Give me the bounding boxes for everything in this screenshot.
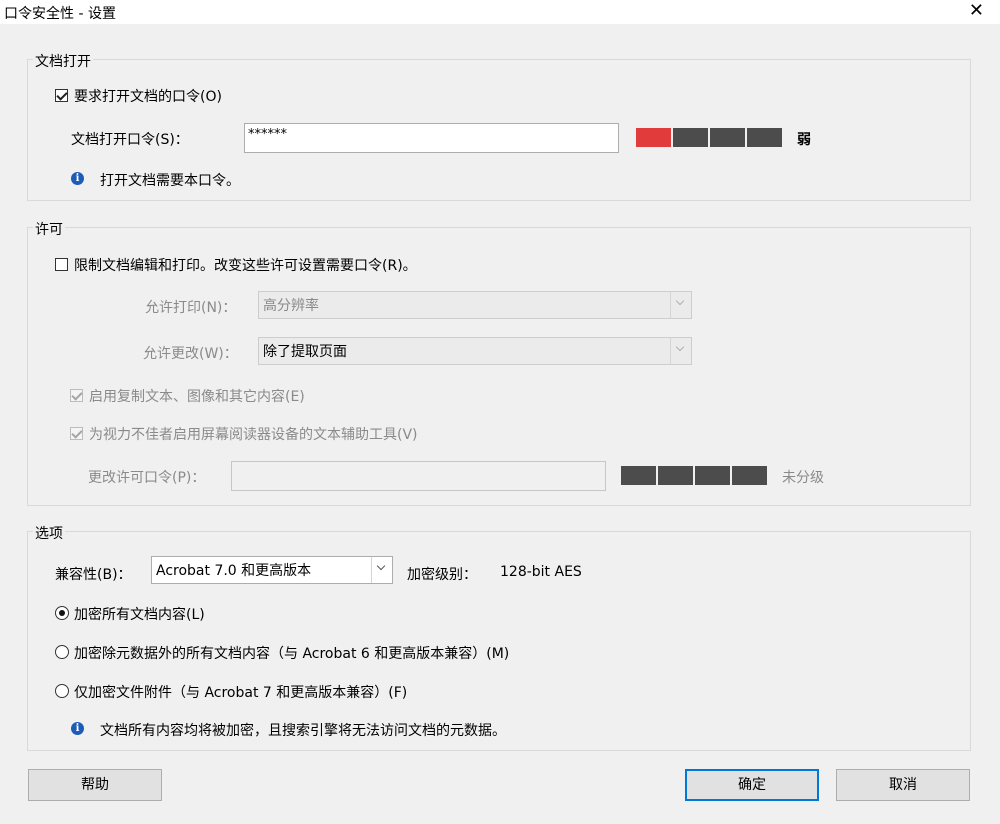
window-title: 口令安全性 - 设置: [4, 6, 116, 22]
encrypt-attachments-radio[interactable]: [55, 684, 69, 698]
compatibility-select[interactable]: Acrobat 7.0 和更高版本: [151, 556, 393, 584]
compatibility-label: 兼容性(B)：: [55, 567, 132, 583]
encrypt-except-metadata-radio[interactable]: [55, 645, 69, 659]
info-icon: i: [71, 172, 84, 185]
open-password-strength-meter: [636, 128, 782, 147]
open-password-info-text: 打开文档需要本口令。: [100, 173, 240, 189]
open-password-input[interactable]: ******: [244, 123, 619, 153]
strength-segment: [747, 128, 782, 147]
encryption-level-value: 128-bit AES: [500, 564, 582, 580]
open-password-strength-text: 弱: [797, 132, 811, 148]
chevron-down-icon: [670, 292, 691, 318]
chevron-down-icon: [670, 338, 691, 364]
allow-print-select[interactable]: 高分辨率: [258, 291, 692, 319]
info-icon: i: [71, 722, 84, 735]
help-button[interactable]: 帮助: [28, 769, 162, 801]
restrict-editing-label[interactable]: 限制文档编辑和打印。改变这些许可设置需要口令(R)。: [74, 255, 417, 275]
strength-segment: [710, 128, 745, 147]
options-legend: 选项: [33, 523, 65, 543]
strength-segment: [732, 466, 767, 485]
allow-print-value: 高分辨率: [263, 298, 319, 314]
change-password-input[interactable]: [231, 461, 606, 491]
ok-button[interactable]: 确定: [685, 769, 819, 801]
permission-password-strength-text: 未分级: [782, 470, 824, 486]
enable-copy-checkbox[interactable]: [70, 389, 83, 402]
allow-change-value: 除了提取页面: [263, 344, 347, 360]
encryption-level-label: 加密级别：: [407, 567, 477, 583]
encrypt-all-radio[interactable]: [55, 606, 69, 620]
permission-password-strength-meter: [621, 466, 767, 485]
open-password-label: 文档打开口令(S)：: [71, 132, 189, 148]
accessibility-label[interactable]: 为视力不佳者启用屏幕阅读器设备的文本辅助工具(V): [89, 424, 418, 444]
require-password-label[interactable]: 要求打开文档的口令(O): [74, 86, 222, 106]
allow-print-label: 允许打印(N)：: [145, 300, 237, 316]
strength-segment: [695, 466, 730, 485]
allow-change-select[interactable]: 除了提取页面: [258, 337, 692, 365]
encrypt-except-metadata-label[interactable]: 加密除元数据外的所有文档内容（与 Acrobat 6 和更高版本兼容）(M): [74, 643, 509, 663]
encryption-info-text: 文档所有内容均将被加密，且搜索引擎将无法访问文档的元数据。: [100, 723, 506, 739]
require-password-checkbox[interactable]: [55, 89, 68, 102]
encrypt-all-label[interactable]: 加密所有文档内容(L): [74, 604, 205, 624]
allow-change-label: 允许更改(W)：: [143, 346, 238, 362]
strength-segment: [621, 466, 656, 485]
restrict-editing-checkbox[interactable]: [55, 258, 68, 271]
cancel-button[interactable]: 取消: [836, 769, 970, 801]
encrypt-attachments-label[interactable]: 仅加密文件附件（与 Acrobat 7 和更高版本兼容）(F): [74, 682, 407, 702]
strength-segment: [673, 128, 708, 147]
strength-segment: [636, 128, 671, 147]
close-icon[interactable]: ✕: [969, 0, 984, 21]
accessibility-checkbox[interactable]: [70, 427, 83, 440]
chevron-down-icon: [371, 557, 392, 583]
enable-copy-label[interactable]: 启用复制文本、图像和其它内容(E): [89, 386, 305, 406]
title-bar: 口令安全性 - 设置 ✕: [0, 0, 1000, 24]
strength-segment: [658, 466, 693, 485]
doc-open-legend: 文档打开: [33, 51, 93, 71]
permissions-legend: 许可: [33, 219, 65, 239]
change-password-label: 更改许可口令(P)：: [88, 470, 206, 486]
compatibility-value: Acrobat 7.0 和更高版本: [156, 563, 312, 579]
